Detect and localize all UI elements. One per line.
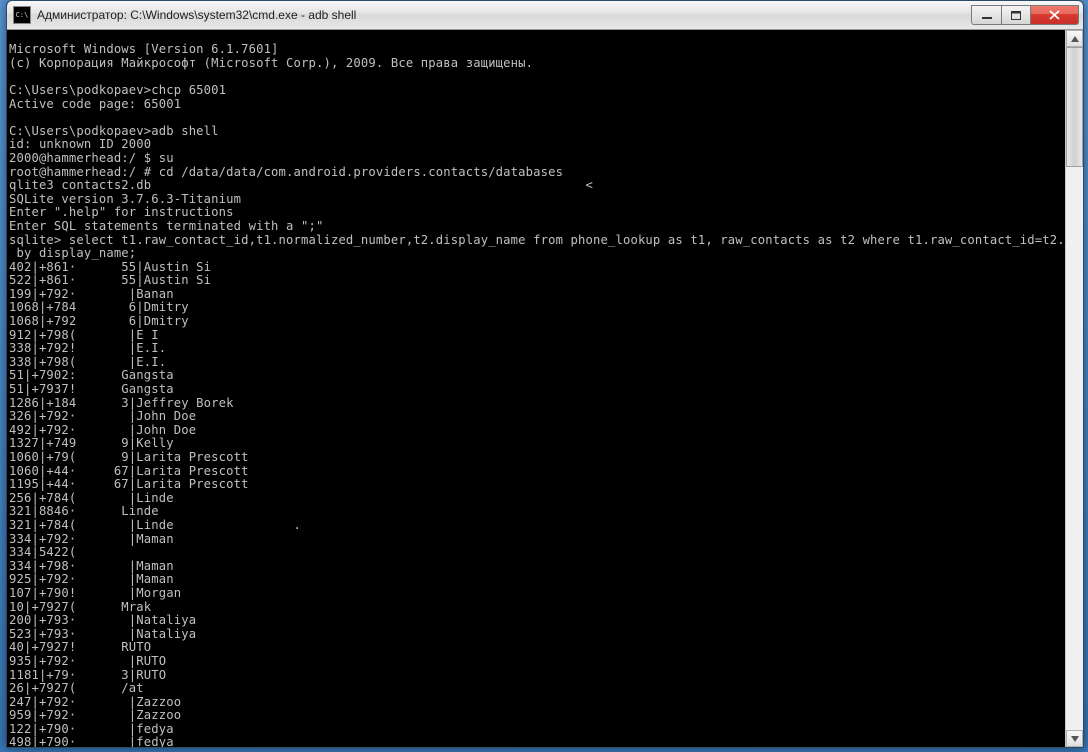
titlebar[interactable]: Администратор: C:\Windows\system32\cmd.e… — [7, 1, 1083, 30]
terminal-client-area[interactable]: Microsoft Windows [Version 6.1.7601] (c)… — [7, 30, 1083, 747]
vertical-scrollbar[interactable] — [1065, 30, 1083, 747]
cmd-icon — [13, 6, 31, 24]
maximize-button[interactable] — [1001, 5, 1031, 25]
scroll-up-button[interactable] — [1066, 30, 1083, 47]
window-title: Администратор: C:\Windows\system32\cmd.e… — [37, 8, 971, 22]
close-button[interactable] — [1031, 5, 1079, 25]
scroll-down-button[interactable] — [1066, 730, 1083, 747]
terminal-output: Microsoft Windows [Version 6.1.7601] (c)… — [9, 43, 1081, 747]
command-prompt-window: Администратор: C:\Windows\system32\cmd.e… — [6, 0, 1084, 748]
minimize-button[interactable] — [971, 5, 1001, 25]
scrollbar-track[interactable] — [1066, 47, 1083, 730]
window-controls — [971, 5, 1079, 25]
scrollbar-thumb[interactable] — [1066, 47, 1083, 167]
